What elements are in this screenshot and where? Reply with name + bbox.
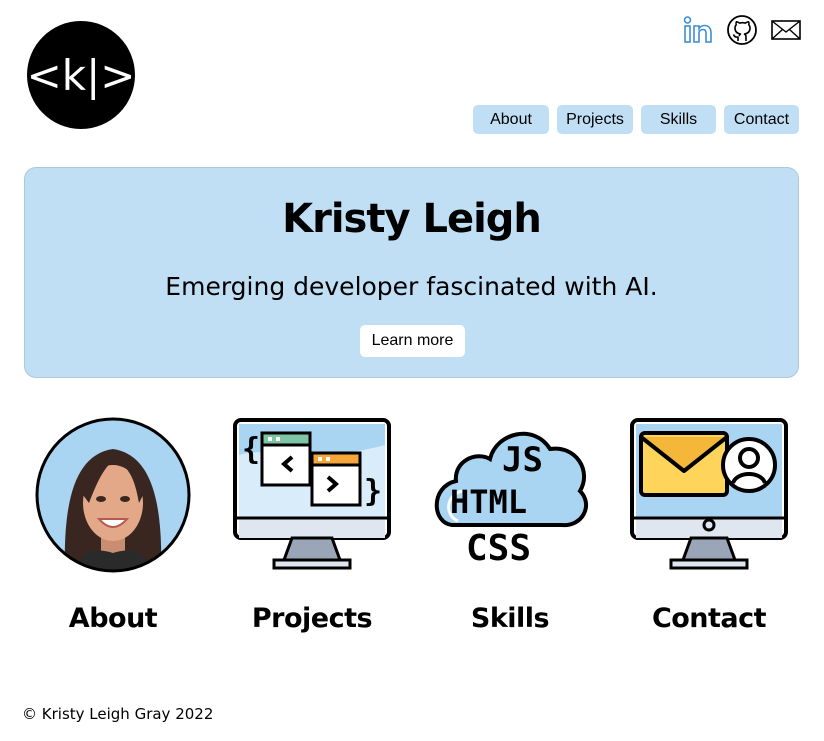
main-nav: About Projects Skills Contact bbox=[473, 105, 799, 134]
nav-about-button[interactable]: About bbox=[473, 105, 549, 134]
monitor-code-icon: { } bbox=[232, 415, 392, 575]
logo-text: <k|> bbox=[26, 50, 136, 100]
card-contact-label: Contact bbox=[651, 603, 767, 634]
card-skills[interactable]: JS HTML CSS Skills bbox=[430, 415, 590, 634]
nav-skills-button[interactable]: Skills bbox=[641, 105, 716, 134]
linkedin-icon[interactable] bbox=[682, 14, 714, 46]
css-text: CSS bbox=[466, 528, 531, 569]
card-contact[interactable]: Contact bbox=[629, 415, 789, 634]
footer-copyright: © Kristy Leigh Gray 2022 bbox=[22, 705, 214, 723]
site-logo[interactable]: <k|> bbox=[27, 21, 135, 129]
github-icon[interactable] bbox=[726, 14, 758, 46]
card-about-label: About bbox=[68, 603, 158, 634]
svg-text:{: { bbox=[242, 432, 260, 467]
mail-icon[interactable] bbox=[770, 14, 802, 46]
card-projects[interactable]: { } Projects bbox=[232, 415, 392, 634]
nav-contact-button[interactable]: Contact bbox=[724, 105, 799, 134]
hero-title: Kristy Leigh bbox=[282, 196, 542, 242]
svg-text:}: } bbox=[364, 474, 382, 509]
monitor-mail-icon bbox=[629, 415, 789, 575]
profile-photo bbox=[33, 415, 193, 575]
card-skills-label: Skills bbox=[470, 603, 550, 634]
card-about[interactable]: About bbox=[33, 415, 193, 634]
learn-more-button[interactable]: Learn more bbox=[360, 325, 465, 357]
card-projects-label: Projects bbox=[251, 603, 373, 634]
social-links bbox=[682, 14, 802, 46]
hero-banner: Kristy Leigh Emerging developer fascinat… bbox=[24, 167, 799, 378]
html-text: HTML bbox=[450, 483, 527, 521]
cloud-code-icon: JS HTML CSS bbox=[430, 415, 590, 575]
js-text: JS bbox=[502, 440, 543, 480]
hero-subtitle: Emerging developer fascinated with AI. bbox=[165, 272, 658, 301]
nav-projects-button[interactable]: Projects bbox=[557, 105, 633, 134]
